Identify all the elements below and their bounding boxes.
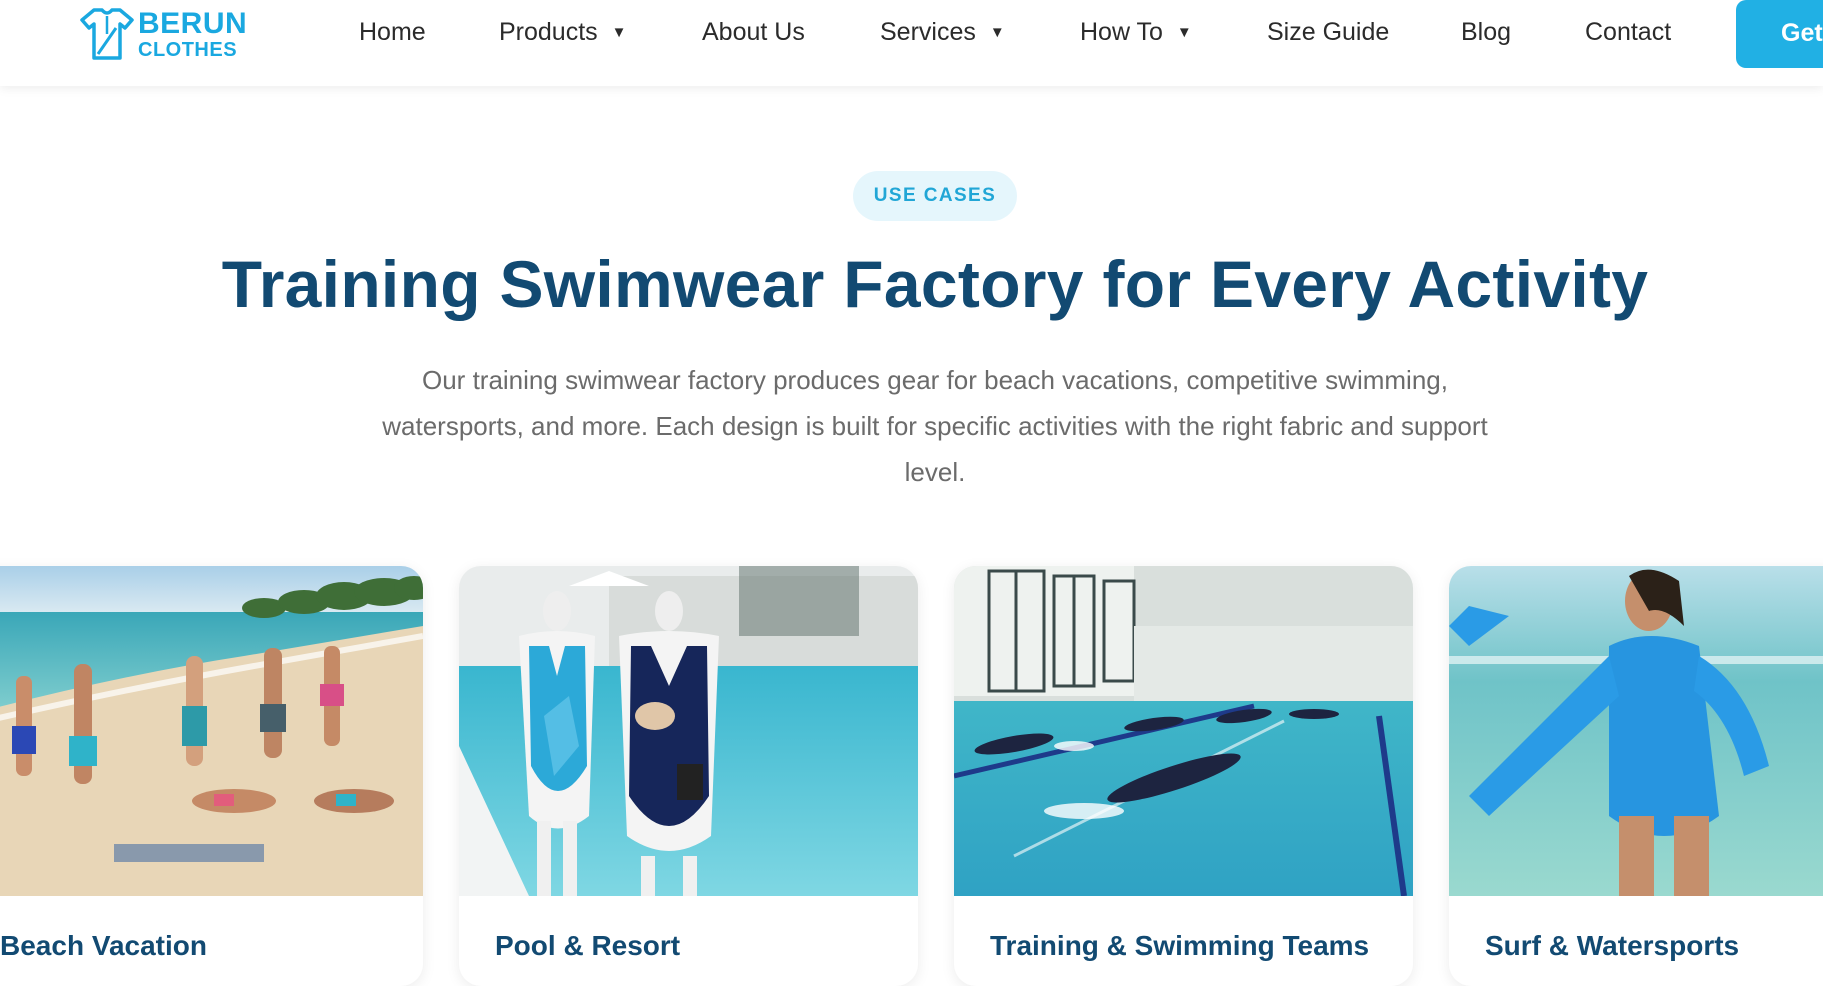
nav-about-us[interactable]: About Us — [702, 18, 805, 47]
nav-label: Blog — [1461, 18, 1512, 46]
site-header: BERUN CLOTHES Home Products ▼ About Us S… — [0, 0, 1823, 86]
card-title[interactable]: Beach Vacation — [0, 930, 207, 962]
indoor-pool-swimmers-photo — [954, 566, 1413, 896]
card-training-teams[interactable] — [954, 566, 1413, 986]
brand-logo[interactable]: BERUN CLOTHES — [80, 6, 247, 62]
nav-label: Home — [359, 18, 426, 46]
card-title[interactable]: Training & Swimming Teams — [990, 930, 1369, 962]
caret-down-icon: ▼ — [989, 24, 1005, 41]
nav-label: Products — [499, 18, 598, 46]
card-surf-watersports[interactable] — [1449, 566, 1823, 986]
card-beach-vacation[interactable] — [0, 566, 423, 986]
nav-label: How To — [1080, 18, 1163, 46]
nav-label: Size Guide — [1267, 18, 1390, 46]
card-pool-resort[interactable] — [459, 566, 918, 986]
nav-services[interactable]: Services ▼ — [880, 18, 1005, 47]
nav-blog[interactable]: Blog — [1461, 18, 1511, 47]
brand-name: BERUN — [138, 6, 248, 40]
nav-size-guide[interactable]: Size Guide — [1267, 18, 1389, 47]
beach-group-photo — [0, 566, 423, 896]
nav-products[interactable]: Products ▼ — [499, 18, 627, 47]
nav-label: About Us — [702, 18, 805, 46]
rashguard-surfer-photo — [1449, 566, 1823, 896]
brand-subtitle: CLOTHES — [138, 38, 238, 61]
nav-contact[interactable]: Contact — [1585, 18, 1671, 47]
section-badge: USE CASES — [853, 171, 1017, 221]
get-quote-button[interactable]: Get — [1736, 0, 1823, 68]
card-title[interactable]: Pool & Resort — [495, 930, 680, 962]
nav-label: Services — [880, 18, 976, 46]
card-title[interactable]: Surf & Watersports — [1485, 930, 1739, 962]
nav-home[interactable]: Home — [359, 18, 426, 47]
caret-down-icon: ▼ — [611, 24, 627, 41]
tshirt-logo-icon — [80, 8, 134, 60]
page-title: Training Swimwear Factory for Every Acti… — [221, 247, 1649, 321]
nav-label: Contact — [1585, 18, 1672, 46]
page-description: Our training swimwear factory produces g… — [382, 365, 1488, 487]
mannequin-swimsuits-photo — [459, 566, 918, 896]
nav-how-to[interactable]: How To ▼ — [1080, 18, 1192, 47]
caret-down-icon: ▼ — [1176, 24, 1192, 41]
